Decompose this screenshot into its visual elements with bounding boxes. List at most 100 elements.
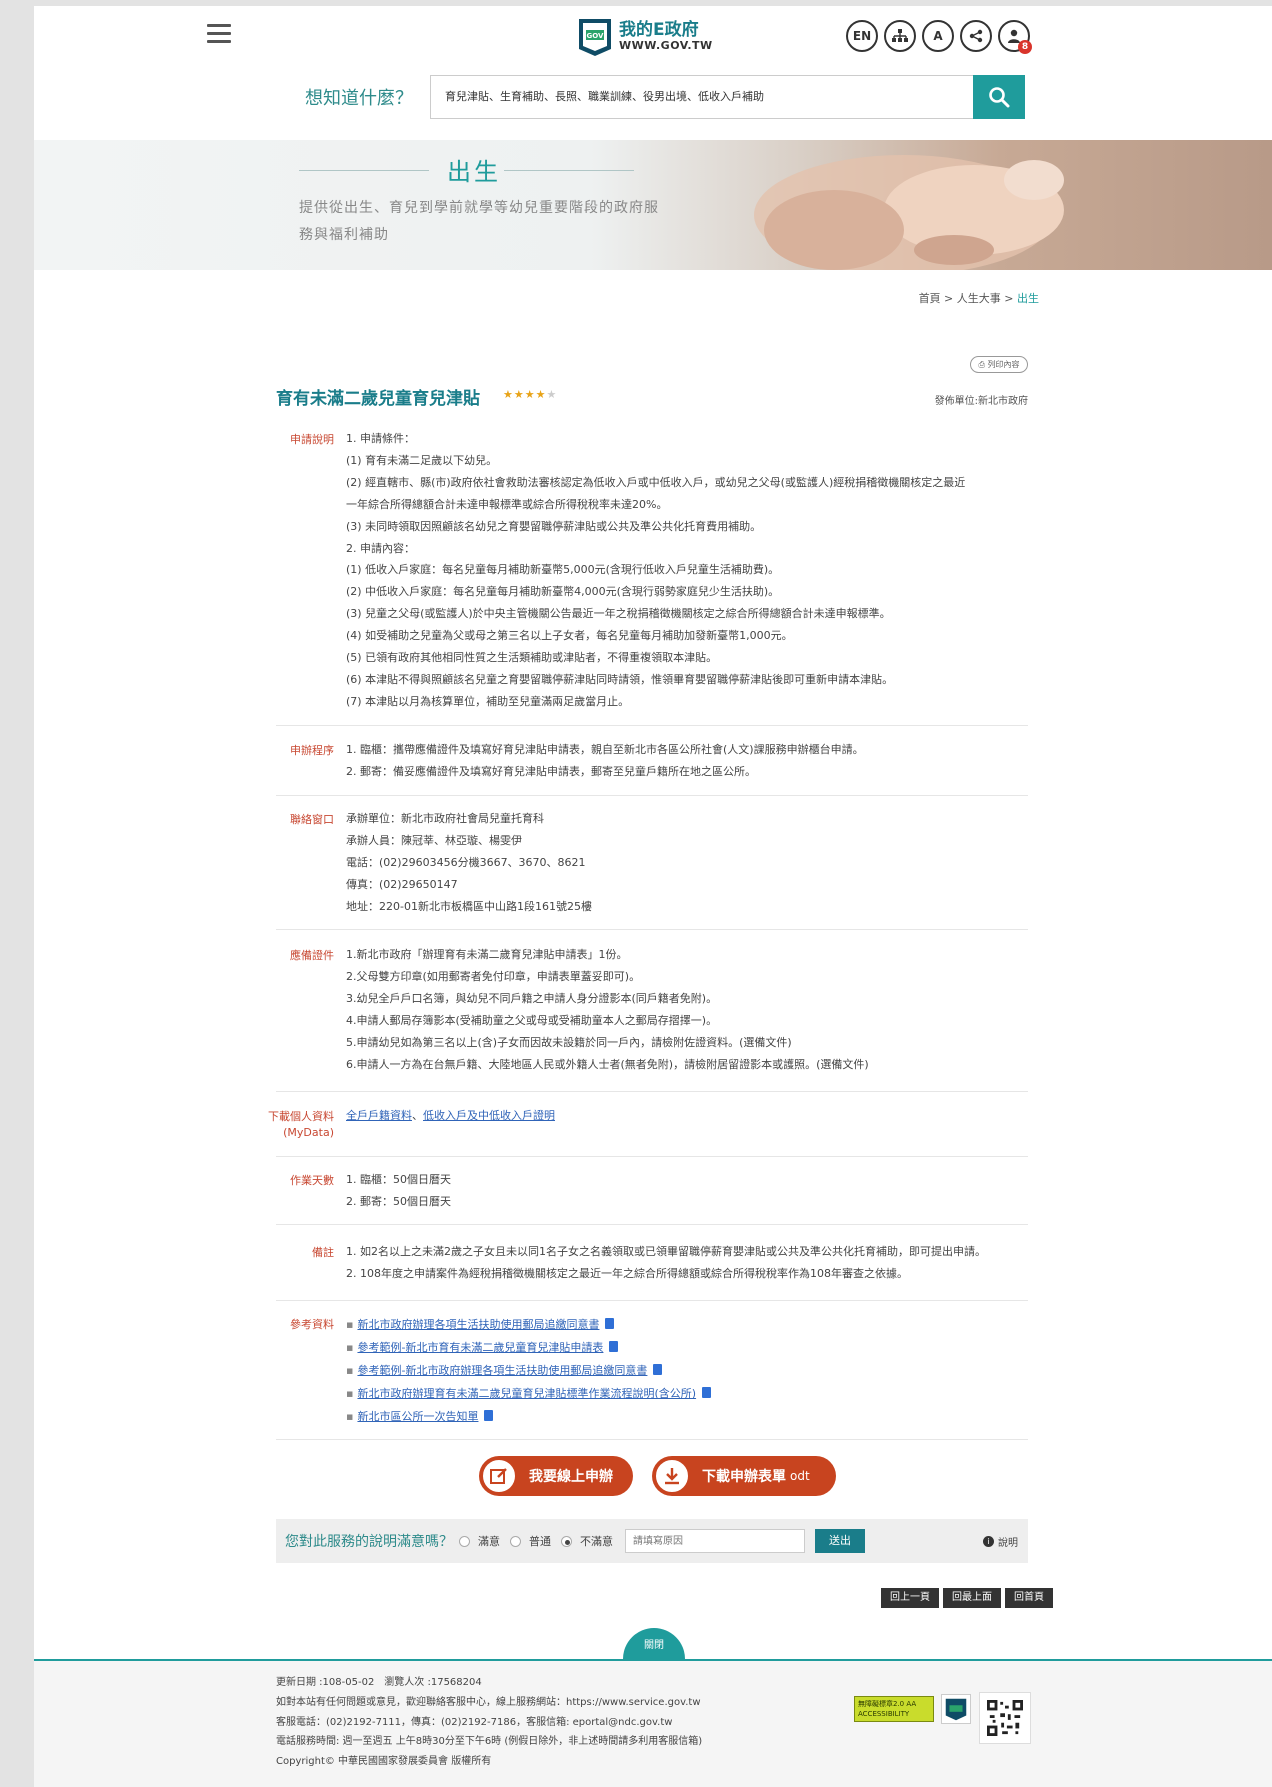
notification-badge: 8 [1018, 40, 1032, 54]
section-label: 作業天數 [290, 1174, 334, 1187]
text-line: 1. 臨櫃：攜帶應備證件及填寫好育兒津貼申請表，親自至新北市各區公所社會(人文)… [346, 743, 864, 756]
mydata-low-income-link[interactable]: 低收入戶及中低收入戶證明 [423, 1109, 555, 1122]
breadcrumb-parent[interactable]: 人生大事 [957, 292, 1001, 305]
mydata-household-link[interactable]: 全戶戶籍資料 [346, 1109, 412, 1122]
satisfaction-survey: 您對此服務的說明滿意嗎？ 滿意 普通 不滿意 送出 i說明 [276, 1519, 1028, 1563]
search-button[interactable] [973, 75, 1025, 119]
back-button[interactable]: 回上一頁 [881, 1588, 939, 1608]
mydata-label-line-1: 下載個人資料 [268, 1110, 334, 1123]
reference-link[interactable]: 新北市區公所一次告知單 [357, 1410, 478, 1423]
text-line: 傳真：(02)29650147 [346, 877, 458, 891]
banner-title: 出生 [447, 158, 501, 186]
reference-link[interactable]: 新北市政府辦理育有未滿二歲兒童育兒津貼標準作業流程說明(含公所) [357, 1387, 696, 1400]
reference-item: ▪ 參考範例-新北市育有未滿二歲兒童育兒津貼申請表 [346, 1336, 1028, 1359]
share-icon[interactable] [960, 20, 992, 52]
radio-satisfied[interactable]: 滿意 [459, 1533, 500, 1549]
text-line: 2. 108年度之申請案件為經稅捐稽徵機關核定之最近一年之綜合所得總額或綜合所得… [346, 1266, 908, 1280]
font-size-button[interactable]: A [922, 20, 954, 52]
header-tools: EN A 8 [846, 20, 1032, 54]
radio-unsatisfied[interactable]: 不滿意 [561, 1533, 613, 1549]
text-line: (3) 未同時領取因照顧該名幼兒之育嬰留職停薪津貼或公共及準公共化托育費用補助。 [346, 519, 762, 533]
star-rating: ★★★★★ [503, 388, 557, 401]
section-mydata: 下載個人資料 (MyData) 全戶戶籍資料、低收入戶及中低收入戶證明 [268, 1092, 1028, 1157]
accessibility-badge[interactable]: 無障礙標章2.0 AA ACCESSIBILITY [854, 1696, 934, 1722]
reference-item: ▪ 新北市區公所一次告知單 [346, 1405, 1028, 1428]
language-en-button[interactable]: EN [846, 20, 878, 52]
section-body: 1. 臨櫃：攜帶應備證件及填寫好育兒津貼申請表，親自至新北市各區公所社會(人文)… [346, 739, 1028, 783]
text-line: (5) 已領有政府其他相同性質之生活類補助或津貼者，不得重複領取本津貼。 [346, 651, 718, 665]
footer-info: 更新日期 :108-05-02 瀏覽人次 :17568204 如對本站有任何問題… [276, 1673, 702, 1772]
search-label: 想知道什麼？ [305, 88, 413, 109]
gov-logo-icon: GOV [579, 19, 611, 56]
text-line: (2) 經直轄市、縣(市)政府依社會救助法審核認定為低收入戶或中低收入戶，或幼兒… [346, 475, 966, 489]
copyright: Copyright© 中華民國國家發展委員會 版權所有 [276, 1756, 492, 1768]
section-label: 備註 [312, 1246, 334, 1259]
section-processing-days: 作業天數 1. 臨櫃：50個日曆天 2. 郵寄：50個日曆天 [276, 1157, 1028, 1225]
text-line: 2. 郵寄：50個日曆天 [346, 1194, 451, 1208]
reference-link[interactable]: 參考範例-新北市育有未滿二歲兒童育兒津貼申請表 [357, 1341, 603, 1354]
section-remarks: 備註 1. 如2名以上之未滿2歲之子女且未以同1名子女之名義領取或已領畢留職停薪… [276, 1225, 1028, 1301]
banner-description: 提供從出生、育兒到學前就學等幼兒重要階段的政府服務與福利補助 [299, 200, 659, 243]
close-footer-button[interactable]: 關閉 [623, 1628, 685, 1660]
text-line: 2. 郵寄：備妥應備證件及填寫好育兒津貼申請表，郵寄至兒童戶籍所在地之區公所。 [346, 764, 756, 778]
section-label: 聯絡窗口 [290, 813, 334, 826]
breadcrumb-current: 出生 [1017, 292, 1039, 305]
link-separator: 、 [412, 1109, 423, 1122]
back-to-top-button[interactable]: 回最上面 [943, 1588, 1001, 1608]
text-line: 1. 臨櫃：50個日曆天 [346, 1173, 451, 1186]
page-nav: 回上一頁 回最上面 回首頁 [881, 1588, 1053, 1608]
print-button[interactable]: ⎙ 列印內容 [970, 356, 1028, 373]
section-body: ▪ 新北市政府辦理各項生活扶助使用郵局追繳同意書 ▪ 參考範例-新北市育有未滿二歲兒… [346, 1313, 1028, 1428]
section-label: 申辦程序 [290, 744, 334, 757]
gov-badge-icon[interactable] [941, 1694, 971, 1724]
category-banner: 出生 提供從出生、育兒到學前就學等幼兒重要階段的政府服務與福利補助 [34, 140, 1272, 270]
text-line: 3.幼兒全戶戶口名簿，與幼兒不同戶籍之申請人身分證影本(同戶籍者免附)。 [346, 991, 718, 1005]
phone-info: 客服電話：(02)2192-7111，傳真：(02)2192-7186，客服信箱… [276, 1716, 673, 1728]
document-icon [653, 1364, 663, 1375]
banner-line-right [504, 170, 634, 171]
sitemap-icon[interactable] [884, 20, 916, 52]
section-procedure: 申辦程序 1. 臨櫃：攜帶應備證件及填寫好育兒津貼申請表，親自至新北市各區公所社… [276, 726, 1028, 796]
submit-button[interactable]: 送出 [815, 1529, 865, 1553]
search-icon [989, 87, 1010, 108]
help-link[interactable]: i 說明 [983, 1534, 1018, 1549]
reason-input[interactable] [625, 1529, 805, 1553]
search-input[interactable]: 育兒津貼、生育補助、長照、職業訓練、役男出境、低收入戶補助 [430, 75, 973, 119]
section-references: 參考資料 ▪ 新北市政府辦理各項生活扶助使用郵局追繳同意書 ▪ 參考範例-新北市育有… [276, 1301, 1028, 1440]
text-line: 一年綜合所得總額合計未達申報標準或綜合所得稅稅率未達20%。 [346, 497, 668, 511]
text-line: 承辦單位：新北市政府社會局兒童托育科 [346, 812, 544, 825]
text-line: 1. 如2名以上之未滿2歲之子女且未以同1名子女之名義領取或已領畢留職停薪育嬰津… [346, 1245, 986, 1258]
odt-format-label: odt [790, 1469, 810, 1483]
publisher: 發佈單位:新北市政府 [934, 396, 1028, 407]
logo-url: WWW.GOV.TW [619, 39, 713, 53]
edit-icon [481, 1458, 517, 1494]
reference-item: ▪ 參考範例-新北市政府辦理各項生活扶助使用郵局追繳同意書 [346, 1359, 1028, 1382]
page: GOV 我的E政府 WWW.GOV.TW EN A 8 想知道什麼？ 育兒津貼、… [34, 6, 1272, 1787]
text-line: 電話：(02)29603456分機3667、3670、8621 [346, 855, 586, 869]
text-line: 2.父母雙方印章(如用郵寄者免付印章，申請表單蓋妥即可)。 [346, 969, 641, 983]
download-form-label: 下載申辦表單 [702, 1469, 786, 1485]
apply-online-button[interactable]: 我要線上申辦 [479, 1456, 633, 1496]
breadcrumb-separator: > [1000, 292, 1017, 305]
home-button[interactable]: 回首頁 [1005, 1588, 1053, 1608]
download-form-button[interactable]: 下載申辦表單 odt [652, 1456, 836, 1496]
site-logo[interactable]: GOV 我的E政府 WWW.GOV.TW [577, 17, 713, 57]
section-documents: 應備證件 1.新北市政府「辦理育有未滿二歲育兒津貼申請表」1份。 2.父母雙方印… [276, 930, 1028, 1092]
section-body: 1.新北市政府「辦理育有未滿二歲育兒津貼申請表」1份。 2.父母雙方印章(如用郵… [346, 944, 1028, 1075]
section-apply-description: 申請說明 1. 申請條件： (1) 育有未滿二足歲以下幼兒。 (2) 經直轄市、… [276, 424, 1028, 726]
reference-link[interactable]: 新北市政府辦理各項生活扶助使用郵局追繳同意書 [357, 1318, 599, 1331]
breadcrumb-home[interactable]: 首頁 [919, 292, 941, 305]
member-icon[interactable]: 8 [998, 20, 1032, 54]
reference-link[interactable]: 參考範例-新北市政府辦理各項生活扶助使用郵局追繳同意書 [357, 1364, 647, 1377]
text-line: 1. 申請條件： [346, 432, 415, 445]
section-label: 參考資料 [290, 1318, 334, 1331]
menu-icon[interactable] [207, 24, 231, 44]
section-body: 全戶戶籍資料、低收入戶及中低收入戶證明 [346, 1105, 1028, 1127]
breadcrumb-separator: > [940, 292, 957, 305]
text-line: 4.申請人郵局存簿影本(受補助童之父或母或受補助童本人之郵局存摺擇一)。 [346, 1013, 718, 1027]
section-body: 1. 臨櫃：50個日曆天 2. 郵寄：50個日曆天 [346, 1169, 1028, 1213]
radio-average[interactable]: 普通 [510, 1533, 551, 1549]
section-contact: 聯絡窗口 承辦單位：新北市政府社會局兒童托育科 承辦人員：陳冠莘、林亞璇、楊雯伊… [276, 796, 1028, 930]
text-line: (3) 兒童之父母(或監護人)於中央主管機關公告最近一年之稅捐稽徵機關核定之綜合… [346, 607, 891, 621]
baby-hands-image [754, 155, 1064, 270]
